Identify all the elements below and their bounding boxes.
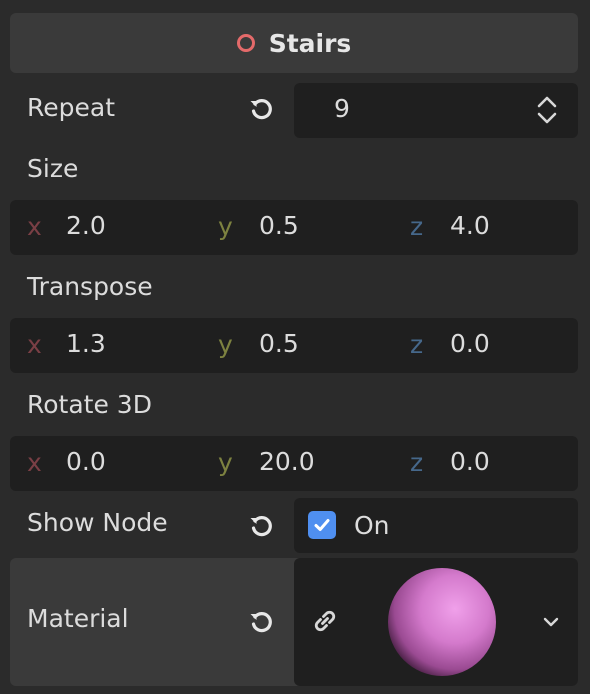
- reset-icon[interactable]: [245, 93, 277, 125]
- axis-x-label: x: [27, 448, 42, 477]
- size-vector-field[interactable]: x 2.0 y 0.5 z 4.0: [10, 200, 578, 255]
- rotate-z-value[interactable]: 0.0: [450, 447, 490, 476]
- transpose-x-value[interactable]: 1.3: [66, 329, 106, 358]
- size-label: Size: [27, 154, 79, 183]
- material-label: Material: [27, 604, 129, 633]
- reset-icon[interactable]: [245, 510, 277, 542]
- transpose-label: Transpose: [27, 272, 153, 301]
- node-title: Stairs: [268, 28, 352, 58]
- chevron-down-icon[interactable]: [542, 614, 560, 633]
- axis-x-label: x: [27, 330, 42, 359]
- link-icon[interactable]: [310, 606, 340, 640]
- transpose-z-value[interactable]: 0.0: [450, 329, 490, 358]
- axis-x-label: x: [27, 212, 42, 241]
- checkmark-icon: [314, 519, 330, 531]
- show-node-label: Show Node: [27, 508, 168, 537]
- material-slot[interactable]: [294, 558, 578, 686]
- material-preview-sphere[interactable]: [386, 566, 498, 682]
- axis-y-label: y: [218, 448, 233, 477]
- stepper-arrows-icon[interactable]: [536, 95, 558, 129]
- axis-y-label: y: [218, 212, 233, 241]
- axis-y-label: y: [218, 330, 233, 359]
- repeat-label: Repeat: [27, 93, 116, 122]
- axis-z-label: z: [410, 330, 424, 359]
- size-x-value[interactable]: 2.0: [66, 211, 106, 240]
- transpose-y-value[interactable]: 0.5: [259, 329, 299, 358]
- transpose-vector-field[interactable]: x 1.3 y 0.5 z 0.0: [10, 318, 578, 373]
- rotate-y-value[interactable]: 20.0: [259, 447, 315, 476]
- axis-z-label: z: [410, 212, 424, 241]
- repeat-value: 9: [334, 94, 350, 123]
- size-y-value[interactable]: 0.5: [259, 211, 299, 240]
- reset-icon[interactable]: [245, 606, 277, 638]
- repeat-stepper[interactable]: 9: [294, 83, 578, 138]
- node-header[interactable]: Stairs: [10, 13, 578, 73]
- show-node-toggle[interactable]: On: [294, 498, 578, 553]
- rotate-label: Rotate 3D: [27, 390, 152, 419]
- rotate-x-value[interactable]: 0.0: [66, 447, 106, 476]
- size-z-value[interactable]: 4.0: [450, 211, 490, 240]
- axis-z-label: z: [410, 448, 424, 477]
- properties-panel: Stairs Repeat 9 Size x 2.0 y 0.5 z 4.0 T…: [0, 0, 590, 694]
- node-circle-icon: [236, 34, 255, 52]
- checkbox[interactable]: [308, 511, 336, 539]
- rotate-vector-field[interactable]: x 0.0 y 20.0 z 0.0: [10, 436, 578, 491]
- show-node-state: On: [354, 511, 390, 540]
